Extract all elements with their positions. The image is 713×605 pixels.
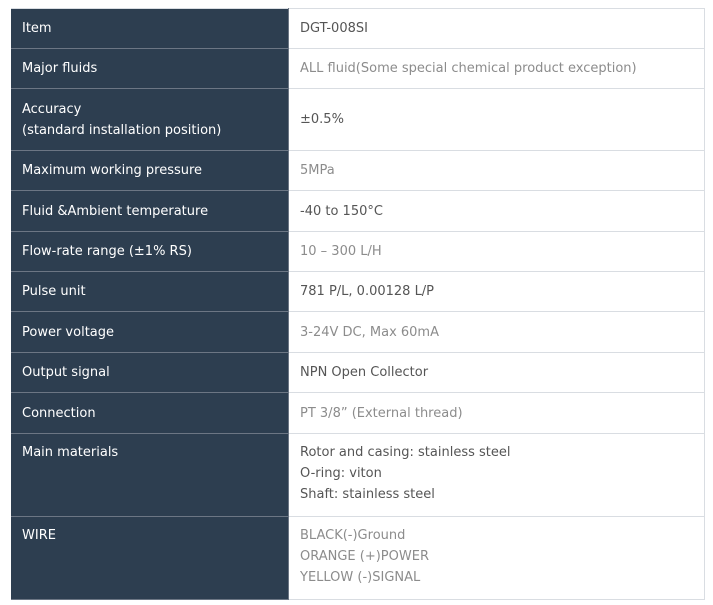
- spec-value: ALL fluid(Some special chemical product …: [300, 61, 637, 76]
- spec-value: DGT-008SI: [300, 21, 368, 36]
- spec-table-body: Item DGT-008SI Major fluids ALL fluid(Some …: [11, 8, 705, 600]
- spec-label: Power voltage: [22, 324, 115, 340]
- spec-value-cell: BLACK(-)Ground ORANGE (+)POWER YELLOW (-)S…: [288, 516, 705, 600]
- spec-label-cell: WIRE: [11, 516, 289, 600]
- spec-label-cell: Connection: [11, 392, 289, 434]
- spec-value: YELLOW (-)SIGNAL: [300, 570, 421, 585]
- spec-label: Accuracy: [22, 101, 82, 117]
- spec-value: 781 P/L, 0.00128 L/P: [300, 284, 435, 299]
- spec-row: Output signal NPN Open Collector: [11, 352, 705, 393]
- spec-label: Item: [22, 21, 52, 36]
- spec-value-cell: PT 3/8” (External thread): [288, 392, 705, 434]
- spec-label: (standard installation position): [22, 122, 222, 138]
- spec-label: Output signal: [22, 365, 110, 380]
- spec-value: Rotor and casing: stainless steel: [300, 445, 511, 460]
- spec-value: 10 – 300 L/H: [300, 244, 382, 259]
- spec-label: Flow-rate range (±1% RS): [22, 244, 192, 259]
- spec-label: Major fluids: [22, 61, 98, 76]
- spec-value-cell: 5MPa: [288, 150, 705, 191]
- spec-row: WIRE BLACK(-)Ground ORANGE (+)POWER YELLOW …: [11, 516, 705, 600]
- spec-value-cell: DGT-008SI: [288, 8, 705, 49]
- spec-label: Pulse unit: [22, 284, 86, 299]
- spec-value: ±0.5%: [300, 112, 344, 127]
- spec-label-cell: Main materials: [11, 433, 289, 517]
- spec-value-cell: ±0.5%: [288, 88, 705, 151]
- spec-value: O-ring: viton: [300, 466, 382, 481]
- spec-row: Power voltage 3-24V DC, Max 60mA: [11, 311, 705, 353]
- spec-row: Maximum working pressure 5MPa: [11, 150, 705, 191]
- spec-table: Item DGT-008SI Major fluids ALL fluid(Some …: [11, 8, 705, 600]
- spec-row: Connection PT 3/8” (External thread): [11, 392, 705, 434]
- spec-value-cell: 3-24V DC, Max 60mA: [288, 311, 705, 353]
- spec-label: Maximum working pressure: [22, 163, 203, 178]
- spec-value-cell: Rotor and casing: stainless steel O-ring:…: [288, 433, 705, 517]
- spec-row: Fluid &Ambient temperature -40 to 150°C: [11, 190, 705, 232]
- spec-row: Major fluids ALL fluid(Some special chemi…: [11, 48, 705, 89]
- spec-row: Flow-rate range (±1% RS) 10 – 300 L/H: [11, 231, 705, 272]
- spec-label-cell: Maximum working pressure: [11, 150, 289, 191]
- spec-value-cell: 10 – 300 L/H: [288, 231, 705, 272]
- spec-row: Accuracy (standard installation position)…: [11, 88, 705, 151]
- spec-label-cell: Item: [11, 8, 289, 49]
- spec-value: -40 to 150°C: [300, 203, 383, 219]
- spec-label-cell: Output signal: [11, 352, 289, 393]
- spec-value: 5MPa: [300, 163, 335, 178]
- spec-label: Main materials: [22, 445, 119, 460]
- spec-label-cell: Pulse unit: [11, 271, 289, 312]
- spec-value-cell: NPN Open Collector: [288, 352, 705, 393]
- spec-value-cell: -40 to 150°C: [288, 190, 705, 232]
- spec-value: 3-24V DC, Max 60mA: [300, 324, 439, 340]
- spec-value: BLACK(-)Ground: [300, 528, 406, 543]
- spec-row: Main materials Rotor and casing: stainles…: [11, 433, 705, 517]
- spec-label-cell: Power voltage: [11, 311, 289, 353]
- spec-label-cell: Fluid &Ambient temperature: [11, 190, 289, 232]
- spec-label: WIRE: [22, 528, 56, 543]
- spec-value-cell: ALL fluid(Some special chemical product …: [288, 48, 705, 89]
- spec-label-cell: Major fluids: [11, 48, 289, 89]
- spec-label: Fluid &Ambient temperature: [22, 203, 209, 219]
- spec-label-cell: Accuracy (standard installation position): [11, 88, 289, 151]
- spec-value-cell: 781 P/L, 0.00128 L/P: [288, 271, 705, 312]
- spec-value: ORANGE (+)POWER: [300, 549, 429, 564]
- spec-value: PT 3/8” (External thread): [300, 405, 463, 421]
- spec-label-cell: Flow-rate range (±1% RS): [11, 231, 289, 272]
- spec-value: NPN Open Collector: [300, 365, 429, 380]
- spec-row: Item DGT-008SI: [11, 8, 705, 49]
- spec-value: Shaft: stainless steel: [300, 487, 435, 502]
- spec-row: Pulse unit 781 P/L, 0.00128 L/P: [11, 271, 705, 312]
- spec-label: Connection: [22, 405, 96, 421]
